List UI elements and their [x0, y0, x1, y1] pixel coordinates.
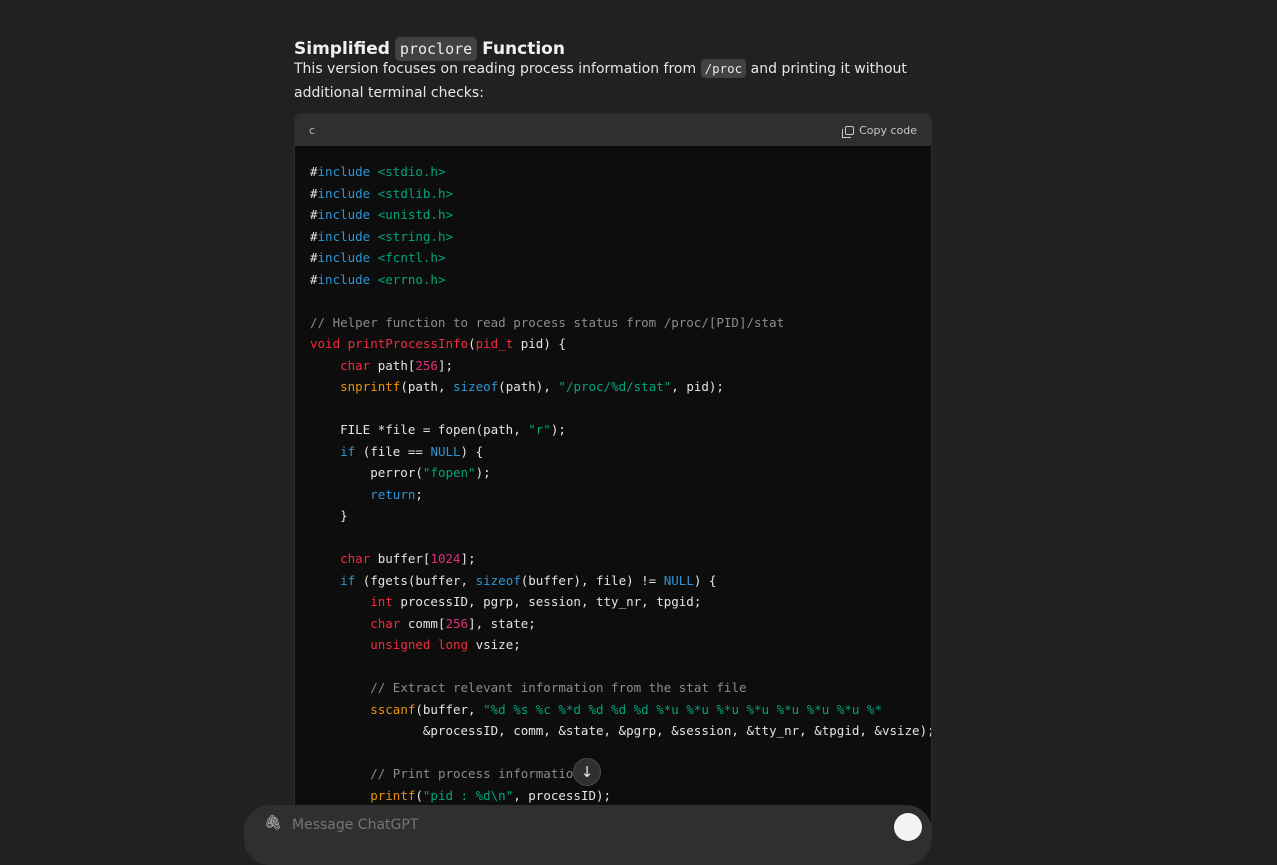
message-composer: 🖇 — [244, 805, 932, 865]
section-paragraph: This version focuses on reading process … — [294, 57, 934, 105]
copy-code-button[interactable]: Copy code — [842, 123, 917, 138]
code-content: #include <stdio.h> #include <stdlib.h> #… — [310, 164, 932, 803]
code-language-label: c — [309, 123, 316, 137]
copy-icon — [842, 125, 855, 138]
arrow-down-icon: ↓ — [580, 763, 594, 781]
previous-content-edge — [0, 0, 1277, 6]
para-text-pre: This version focuses on reading process … — [294, 61, 697, 77]
send-icon[interactable] — [894, 813, 922, 841]
code-block-header: c Copy code — [295, 114, 931, 146]
heading-text-post: Function — [482, 39, 565, 59]
scroll-to-bottom-button[interactable]: ↓ — [573, 758, 601, 786]
heading-text-pre: Simplified — [294, 39, 390, 59]
copy-code-label: Copy code — [859, 123, 917, 137]
paperclip-icon[interactable]: 🖇 — [264, 815, 282, 831]
message-input[interactable] — [290, 813, 854, 837]
para-inline-code: /proc — [700, 59, 747, 78]
code-block: c Copy code #include <stdio.h> #include … — [294, 113, 932, 845]
